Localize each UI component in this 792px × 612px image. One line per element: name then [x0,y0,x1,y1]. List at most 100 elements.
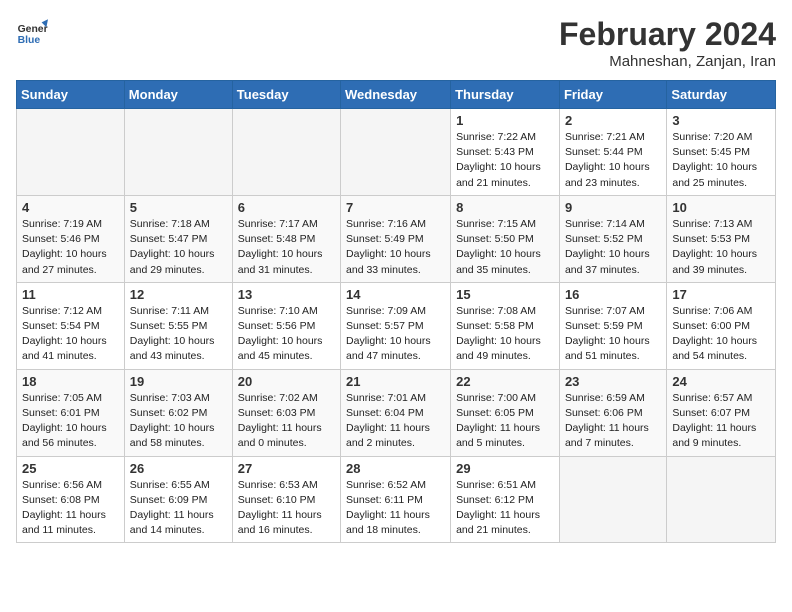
cell-info: Sunrise: 7:14 AM Sunset: 5:52 PM Dayligh… [565,217,661,278]
location: Mahneshan, Zanjan, Iran [559,53,776,70]
day-number: 3 [672,113,770,128]
cell-info: Sunrise: 7:09 AM Sunset: 5:57 PM Dayligh… [346,304,445,365]
cell-info: Sunrise: 7:16 AM Sunset: 5:49 PM Dayligh… [346,217,445,278]
calendar-cell: 29 Sunrise: 6:51 AM Sunset: 6:12 PM Dayli… [451,456,560,543]
calendar-week-5: 25 Sunrise: 6:56 AM Sunset: 6:08 PM Dayli… [17,456,776,543]
cell-info: Sunrise: 7:15 AM Sunset: 5:50 PM Dayligh… [456,217,554,278]
day-number: 8 [456,200,554,215]
day-number: 23 [565,374,661,389]
day-number: 24 [672,374,770,389]
calendar-cell [341,109,451,196]
day-number: 16 [565,287,661,302]
day-number: 5 [130,200,227,215]
calendar-cell: 5 Sunrise: 7:18 AM Sunset: 5:47 PM Daylig… [124,195,232,282]
logo-icon: General Blue [16,16,48,48]
calendar-cell: 10Sunrise: 7:13 AM Sunset: 5:53 PM Dayli… [667,195,776,282]
cell-info: Sunrise: 7:18 AM Sunset: 5:47 PM Dayligh… [130,217,227,278]
calendar-cell: 28 Sunrise: 6:52 AM Sunset: 6:11 PM Dayli… [341,456,451,543]
day-number: 1 [456,113,554,128]
cell-info: Sunrise: 6:55 AM Sunset: 6:09 PM Dayligh… [130,478,227,539]
cell-info: Sunrise: 6:56 AM Sunset: 6:08 PM Dayligh… [22,478,119,539]
calendar-cell: 25 Sunrise: 6:56 AM Sunset: 6:08 PM Dayli… [17,456,125,543]
calendar-cell: 15 Sunrise: 7:08 AM Sunset: 5:58 PM Dayli… [451,282,560,369]
cell-info: Sunrise: 7:22 AM Sunset: 5:43 PM Dayligh… [456,130,554,191]
weekday-header-wednesday: Wednesday [341,81,451,109]
day-number: 29 [456,461,554,476]
calendar-week-1: 1 Sunrise: 7:22 AM Sunset: 5:43 PM Daylig… [17,109,776,196]
weekday-header-monday: Monday [124,81,232,109]
calendar-cell: 22 Sunrise: 7:00 AM Sunset: 6:05 PM Dayli… [451,369,560,456]
calendar-cell: 1 Sunrise: 7:22 AM Sunset: 5:43 PM Daylig… [451,109,560,196]
calendar-cell [124,109,232,196]
svg-text:General: General [18,24,48,35]
weekday-header-thursday: Thursday [451,81,560,109]
logo: General Blue [16,16,48,48]
page-header: General Blue February 2024 Mahneshan, Za… [16,16,776,70]
calendar-cell: 13 Sunrise: 7:10 AM Sunset: 5:56 PM Dayli… [232,282,340,369]
cell-info: Sunrise: 7:20 AM Sunset: 5:45 PM Dayligh… [672,130,770,191]
weekday-header-friday: Friday [559,81,666,109]
cell-info: Sunrise: 7:03 AM Sunset: 6:02 PM Dayligh… [130,391,227,452]
day-number: 20 [238,374,335,389]
cell-info: Sunrise: 7:17 AM Sunset: 5:48 PM Dayligh… [238,217,335,278]
cell-info: Sunrise: 7:13 AM Sunset: 5:53 PM Dayligh… [672,217,770,278]
day-number: 26 [130,461,227,476]
day-number: 17 [672,287,770,302]
cell-info: Sunrise: 6:57 AM Sunset: 6:07 PM Dayligh… [672,391,770,452]
day-number: 22 [456,374,554,389]
calendar-cell: 16 Sunrise: 7:07 AM Sunset: 5:59 PM Dayli… [559,282,666,369]
calendar-week-3: 11 Sunrise: 7:12 AM Sunset: 5:54 PM Dayli… [17,282,776,369]
day-number: 28 [346,461,445,476]
day-number: 14 [346,287,445,302]
cell-info: Sunrise: 7:06 AM Sunset: 6:00 PM Dayligh… [672,304,770,365]
month-title: February 2024 [559,16,776,53]
cell-info: Sunrise: 7:05 AM Sunset: 6:01 PM Dayligh… [22,391,119,452]
weekday-header-row: SundayMondayTuesdayWednesdayThursdayFrid… [17,81,776,109]
calendar-table: SundayMondayTuesdayWednesdayThursdayFrid… [16,80,776,543]
calendar-cell [667,456,776,543]
calendar-cell: 12Sunrise: 7:11 AM Sunset: 5:55 PM Dayli… [124,282,232,369]
cell-info: Sunrise: 7:12 AM Sunset: 5:54 PM Dayligh… [22,304,119,365]
day-number: 6 [238,200,335,215]
day-number: 15 [456,287,554,302]
cell-info: Sunrise: 7:00 AM Sunset: 6:05 PM Dayligh… [456,391,554,452]
cell-info: Sunrise: 6:51 AM Sunset: 6:12 PM Dayligh… [456,478,554,539]
svg-text:Blue: Blue [18,35,41,46]
calendar-cell: 24 Sunrise: 6:57 AM Sunset: 6:07 PM Dayli… [667,369,776,456]
cell-info: Sunrise: 6:59 AM Sunset: 6:06 PM Dayligh… [565,391,661,452]
cell-info: Sunrise: 7:01 AM Sunset: 6:04 PM Dayligh… [346,391,445,452]
day-number: 2 [565,113,661,128]
calendar-cell: 21 Sunrise: 7:01 AM Sunset: 6:04 PM Dayli… [341,369,451,456]
calendar-cell: 11 Sunrise: 7:12 AM Sunset: 5:54 PM Dayli… [17,282,125,369]
cell-info: Sunrise: 7:08 AM Sunset: 5:58 PM Dayligh… [456,304,554,365]
cell-info: Sunrise: 7:10 AM Sunset: 5:56 PM Dayligh… [238,304,335,365]
title-block: February 2024 Mahneshan, Zanjan, Iran [559,16,776,70]
day-number: 12 [130,287,227,302]
calendar-cell: 8 Sunrise: 7:15 AM Sunset: 5:50 PM Daylig… [451,195,560,282]
calendar-week-2: 4 Sunrise: 7:19 AM Sunset: 5:46 PM Daylig… [17,195,776,282]
day-number: 27 [238,461,335,476]
weekday-header-sunday: Sunday [17,81,125,109]
calendar-cell: 4 Sunrise: 7:19 AM Sunset: 5:46 PM Daylig… [17,195,125,282]
cell-info: Sunrise: 7:19 AM Sunset: 5:46 PM Dayligh… [22,217,119,278]
calendar-cell: 14 Sunrise: 7:09 AM Sunset: 5:57 PM Dayli… [341,282,451,369]
cell-info: Sunrise: 6:52 AM Sunset: 6:11 PM Dayligh… [346,478,445,539]
day-number: 21 [346,374,445,389]
day-number: 13 [238,287,335,302]
cell-info: Sunrise: 7:02 AM Sunset: 6:03 PM Dayligh… [238,391,335,452]
day-number: 11 [22,287,119,302]
calendar-cell: 9 Sunrise: 7:14 AM Sunset: 5:52 PM Daylig… [559,195,666,282]
cell-info: Sunrise: 7:21 AM Sunset: 5:44 PM Dayligh… [565,130,661,191]
day-number: 25 [22,461,119,476]
calendar-cell: 18Sunrise: 7:05 AM Sunset: 6:01 PM Dayli… [17,369,125,456]
weekday-header-tuesday: Tuesday [232,81,340,109]
calendar-cell: 17 Sunrise: 7:06 AM Sunset: 6:00 PM Dayli… [667,282,776,369]
day-number: 4 [22,200,119,215]
day-number: 9 [565,200,661,215]
weekday-header-saturday: Saturday [667,81,776,109]
calendar-cell: 26 Sunrise: 6:55 AM Sunset: 6:09 PM Dayli… [124,456,232,543]
day-number: 19 [130,374,227,389]
calendar-cell: 23 Sunrise: 6:59 AM Sunset: 6:06 PM Dayli… [559,369,666,456]
cell-info: Sunrise: 7:07 AM Sunset: 5:59 PM Dayligh… [565,304,661,365]
calendar-cell: 20 Sunrise: 7:02 AM Sunset: 6:03 PM Dayli… [232,369,340,456]
